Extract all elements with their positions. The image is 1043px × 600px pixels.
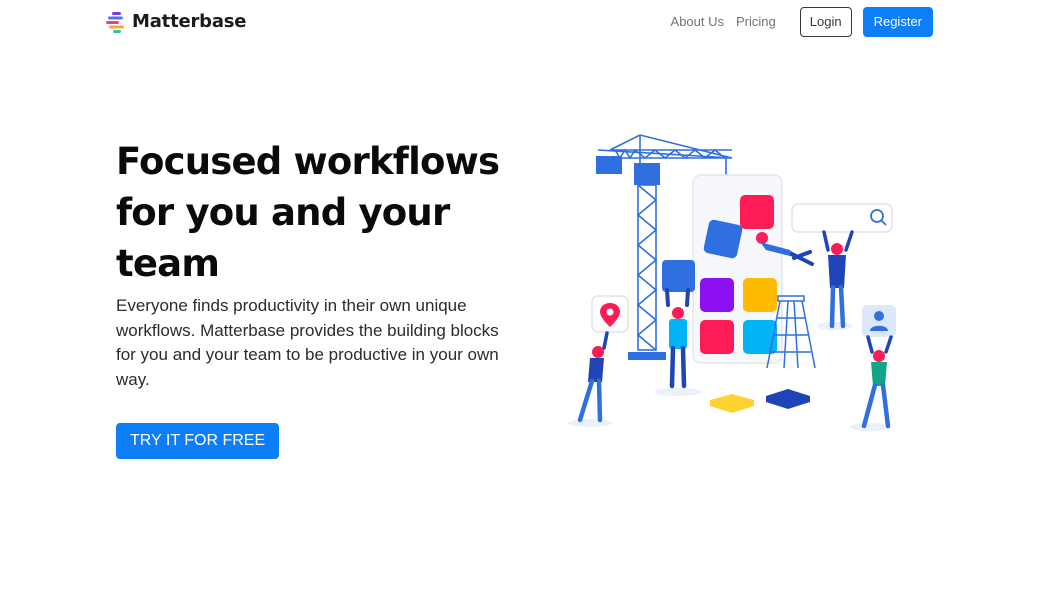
login-button[interactable]: Login (799, 7, 852, 37)
team-building-illustration (568, 134, 896, 431)
nav-about-link[interactable]: About Us (671, 7, 724, 37)
brand-link[interactable]: Matterbase (106, 11, 247, 33)
person-holding-pin (577, 331, 609, 423)
hero-lead-text: Everyone finds productivity in their own… (116, 296, 499, 389)
crane-counterweight (596, 156, 622, 174)
app-tile-red (740, 195, 774, 229)
crane-base (628, 352, 666, 360)
ground-shadow (850, 423, 890, 431)
ground-shadow (654, 388, 702, 396)
nav-links: About Us Pricing Login Register (671, 7, 933, 37)
app-tile-yellow (743, 278, 777, 312)
person-holding-search-bar (822, 230, 854, 329)
floor-tile-blue (766, 389, 810, 409)
app-tile-purple (700, 278, 734, 312)
app-tile-cyan (743, 320, 777, 354)
crane-cabin (634, 163, 660, 185)
hero-section: Focused workflows for you and your team … (116, 136, 516, 392)
hero-title: Focused workflows for you and your team (116, 136, 516, 289)
app-tile-red-2 (700, 320, 734, 354)
register-button[interactable]: Register (862, 7, 933, 37)
hero-title-line-3: team (116, 242, 220, 285)
ground-shadow (817, 322, 853, 330)
try-it-free-button[interactable]: TRY IT FOR FREE (116, 423, 280, 459)
person-holding-profile-card (861, 335, 893, 429)
search-bar-card (791, 203, 893, 233)
ground-shadow (568, 419, 612, 427)
hero-title-line-2: for you and your (116, 191, 450, 234)
hero-title-line-1: Focused workflows (116, 140, 500, 183)
nav-pricing-link[interactable]: Pricing (736, 7, 776, 37)
person-lifting-block (662, 260, 695, 389)
app-tile-hanging (703, 219, 743, 259)
brand-name: Matterbase (132, 11, 247, 32)
top-navbar: Matterbase About Us Pricing Login Regist… (0, 0, 1043, 44)
floor-tile-yellow (710, 394, 754, 413)
stacked-bars-logo-icon (106, 12, 124, 33)
